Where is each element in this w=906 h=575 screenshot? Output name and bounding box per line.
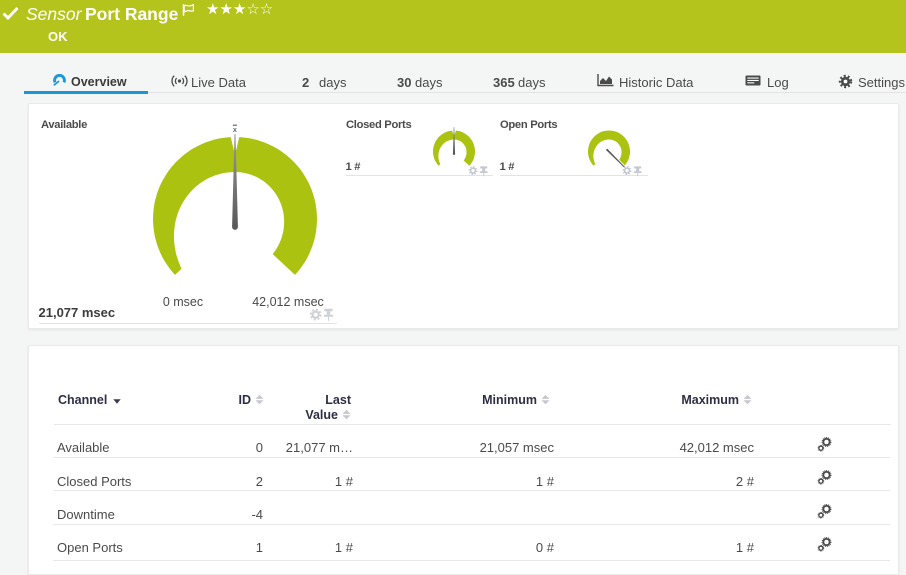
svg-text:x: x <box>233 125 237 134</box>
